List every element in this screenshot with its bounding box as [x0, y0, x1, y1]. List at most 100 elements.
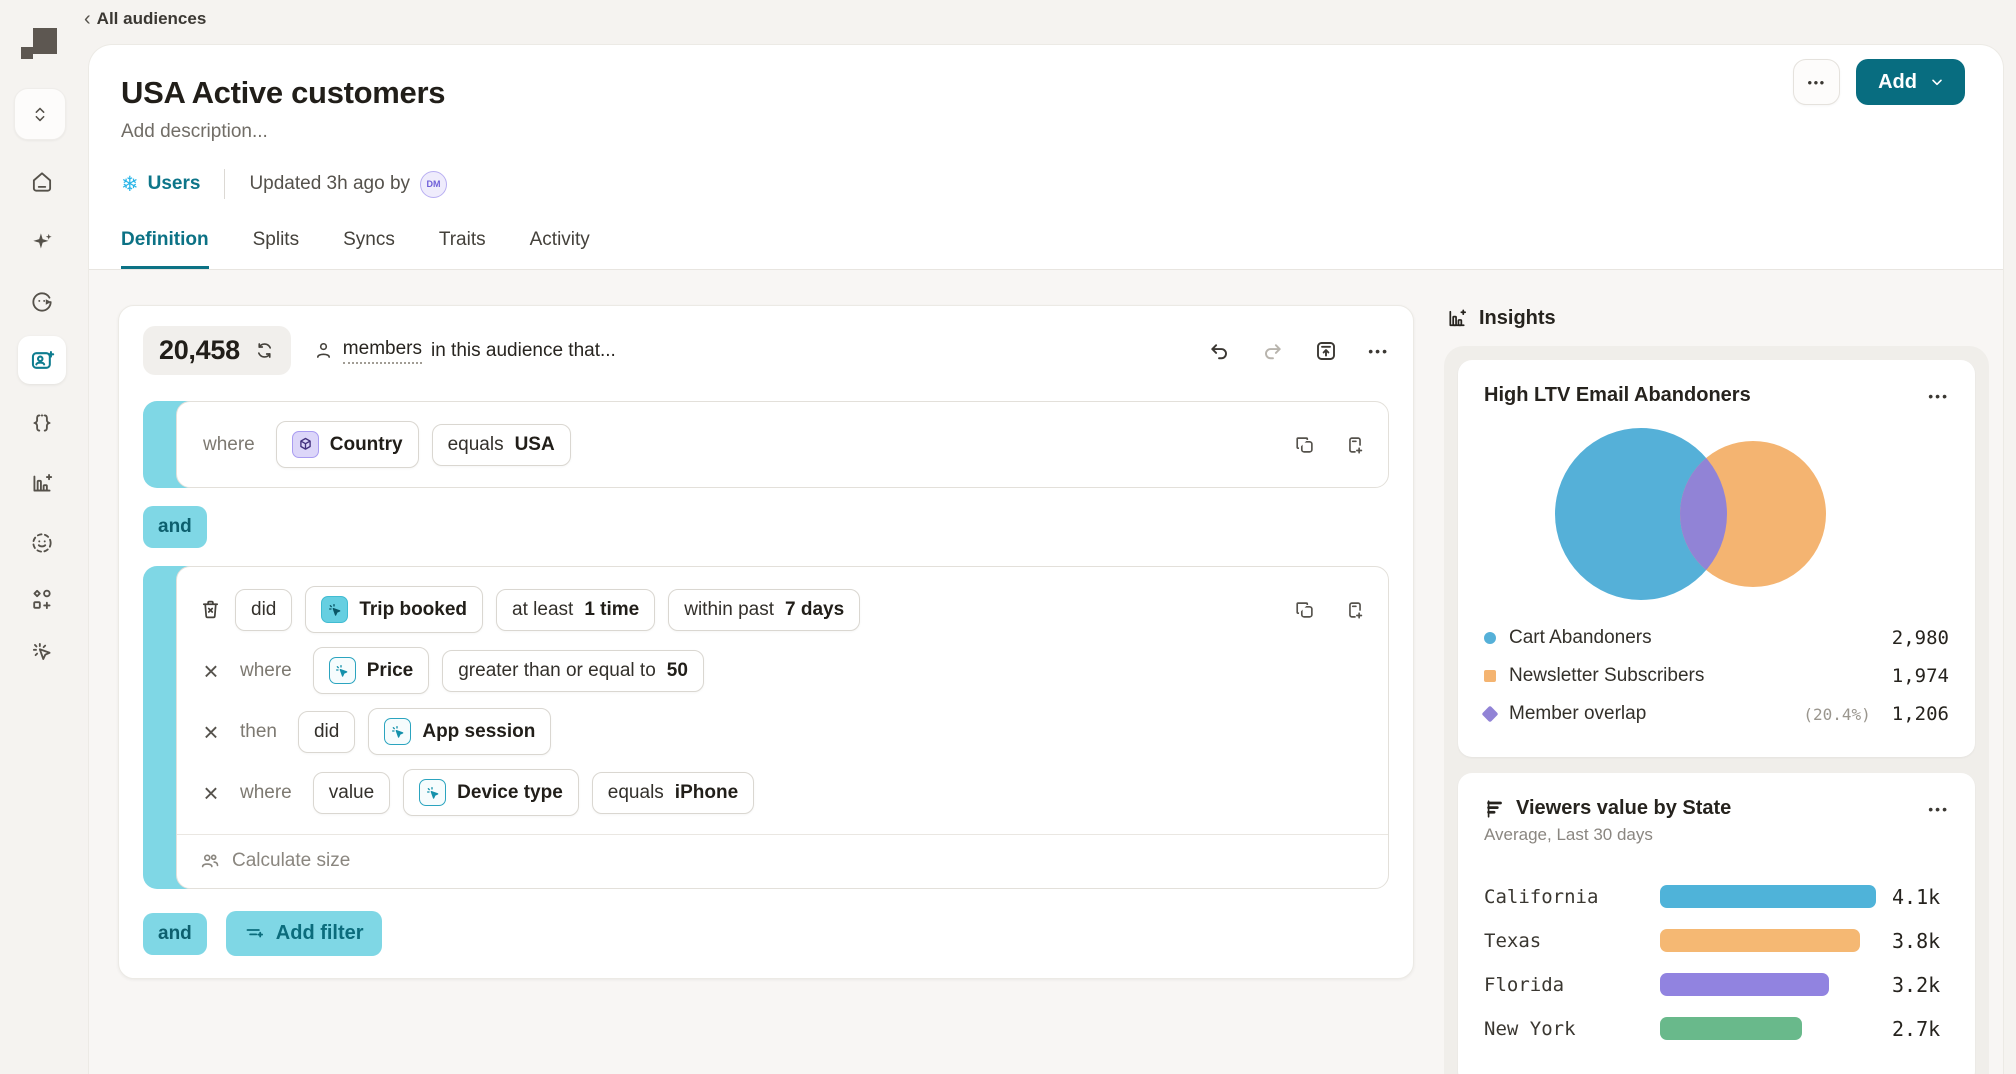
property-pill-country[interactable]: Country	[276, 421, 419, 468]
member-count-pill[interactable]: 20,458	[143, 326, 291, 375]
event-pill-app-session[interactable]: App session	[368, 708, 551, 755]
copy-to-new-button[interactable]	[1344, 599, 1366, 621]
bar-fill	[1660, 973, 1829, 996]
insights-title: Insights	[1479, 307, 1556, 330]
sidebar-item-journeys[interactable]	[22, 282, 62, 322]
condition-row-event: did Trip booked at least 1 time	[199, 586, 1366, 633]
bar-value: 3.2k	[1892, 973, 1940, 997]
operator-pill-equals-usa[interactable]: equals USA	[432, 424, 571, 466]
did-label: did	[251, 599, 276, 621]
bar-value: 3.8k	[1892, 929, 1940, 953]
source-badge[interactable]: ❄ Users	[121, 173, 200, 195]
and-connector-chip[interactable]: and	[143, 913, 207, 955]
breadcrumb-back-link[interactable]: ‹ All audiences	[84, 9, 206, 29]
remove-condition-button[interactable]: ×	[199, 719, 223, 745]
condition-group-1-card: where Country equals USA	[176, 401, 1389, 488]
bar-row: California 4.1k	[1484, 885, 1949, 908]
property-pill-price[interactable]: Price	[313, 647, 429, 694]
description-placeholder[interactable]: Add description...	[121, 121, 1967, 143]
card-menu-button[interactable]: •••	[1928, 801, 1949, 817]
count-row: 20,458 members in this audience that...	[143, 326, 1389, 375]
row-actions	[1294, 434, 1366, 456]
operator-pill-equals-iphone[interactable]: equals iPhone	[592, 772, 754, 814]
insight-card-venn: High LTV Email Abandoners ••• Cart Aband…	[1458, 360, 1975, 757]
sidebar-item-catalog[interactable]	[22, 580, 62, 620]
members-suffix: in this audience that...	[431, 340, 616, 362]
add-filter-button[interactable]: Add filter	[226, 911, 382, 956]
bar-row: Florida 3.2k	[1484, 973, 1949, 996]
operator-pill-gte-50[interactable]: greater than or equal to 50	[442, 650, 704, 692]
save-version-button[interactable]	[1314, 339, 1338, 363]
legend-marker-circle	[1484, 632, 1496, 644]
redo-button[interactable]	[1261, 339, 1284, 362]
tab-syncs[interactable]: Syncs	[343, 229, 395, 269]
card-title: Viewers value by State	[1516, 797, 1918, 820]
bar-fill	[1660, 1017, 1802, 1040]
event-pill-trip-booked[interactable]: Trip booked	[305, 586, 483, 633]
operator-prefix: equals	[448, 434, 504, 456]
chevron-left-icon: ‹	[84, 9, 91, 29]
bar-track	[1660, 1017, 1876, 1040]
sidebar-item-audiences-active[interactable]	[18, 336, 66, 384]
legend-value: 1,974	[1892, 665, 1949, 687]
sidebar-item-home[interactable]	[22, 162, 62, 202]
sidebar-item-identity[interactable]	[22, 523, 62, 563]
value-label: value	[329, 782, 374, 804]
tab-splits[interactable]: Splits	[253, 229, 299, 269]
condition-group-1: where Country equals USA	[143, 401, 1389, 488]
add-button-label: Add	[1878, 71, 1917, 94]
did-pill[interactable]: did	[298, 711, 355, 753]
calculate-size-button[interactable]: Calculate size	[177, 834, 1388, 888]
legend-percent: (20.4%)	[1803, 705, 1870, 724]
trash-icon	[199, 598, 222, 621]
add-button[interactable]: Add	[1856, 59, 1965, 105]
did-pill[interactable]: did	[235, 589, 292, 631]
property-icon	[419, 779, 446, 806]
operator-value: iPhone	[675, 782, 738, 804]
remove-condition-button[interactable]: ×	[199, 780, 223, 806]
audience-detail-card: USA Active customers Add description... …	[88, 44, 2004, 1074]
sidebar-item-functions[interactable]	[22, 403, 62, 443]
operator-value: 50	[667, 660, 688, 682]
condition-row-price: × where Price greater than or equal to 5	[199, 647, 1366, 694]
people-icon	[199, 850, 221, 872]
builder-more-button[interactable]: •••	[1368, 343, 1389, 359]
value-pill[interactable]: value	[313, 772, 390, 814]
condition-group-2: did Trip booked at least 1 time	[143, 566, 1389, 889]
bar-fill	[1660, 929, 1860, 952]
tab-traits[interactable]: Traits	[439, 229, 486, 269]
remove-condition-button[interactable]: ×	[199, 658, 223, 684]
property-pill-device-type[interactable]: Device type	[403, 769, 579, 816]
file-plus-icon	[1344, 434, 1366, 456]
braces-sparkle-icon	[29, 410, 55, 436]
refresh-icon[interactable]	[254, 340, 275, 361]
property-name: Country	[330, 434, 403, 456]
copy-to-new-button[interactable]	[1344, 434, 1366, 456]
cursor-sparks-icon	[29, 639, 55, 665]
legend-label: Member overlap	[1509, 703, 1790, 725]
duplicate-button[interactable]	[1294, 599, 1316, 621]
members-selector[interactable]: members	[343, 338, 422, 364]
sidebar-item-activation[interactable]	[22, 632, 62, 672]
delete-condition-button[interactable]	[199, 598, 222, 621]
more-options-button[interactable]: •••	[1793, 59, 1840, 105]
time-window-pill[interactable]: within past 7 days	[668, 589, 860, 631]
tab-activity[interactable]: Activity	[530, 229, 590, 269]
and-connector-chip[interactable]: and	[143, 506, 207, 548]
keyword-then: then	[240, 721, 277, 743]
avatar[interactable]: DM	[420, 171, 447, 198]
workspace-switcher-button[interactable]	[14, 88, 66, 140]
tab-definition[interactable]: Definition	[121, 229, 209, 269]
sidebar-item-analytics[interactable]	[22, 463, 62, 503]
undo-button[interactable]	[1208, 339, 1231, 362]
card-title-row: Viewers value by State •••	[1484, 797, 1949, 820]
card-menu-button[interactable]: •••	[1928, 388, 1949, 404]
frequency-pill[interactable]: at least 1 time	[496, 589, 655, 631]
face-scan-icon	[29, 530, 55, 556]
sidebar-item-ai[interactable]	[22, 222, 62, 262]
duplicate-button[interactable]	[1294, 434, 1316, 456]
operator-prefix: equals	[608, 782, 664, 804]
event-icon	[321, 596, 348, 623]
condition-row-session: × then did App session	[199, 708, 1366, 755]
redo-icon	[1261, 339, 1284, 362]
